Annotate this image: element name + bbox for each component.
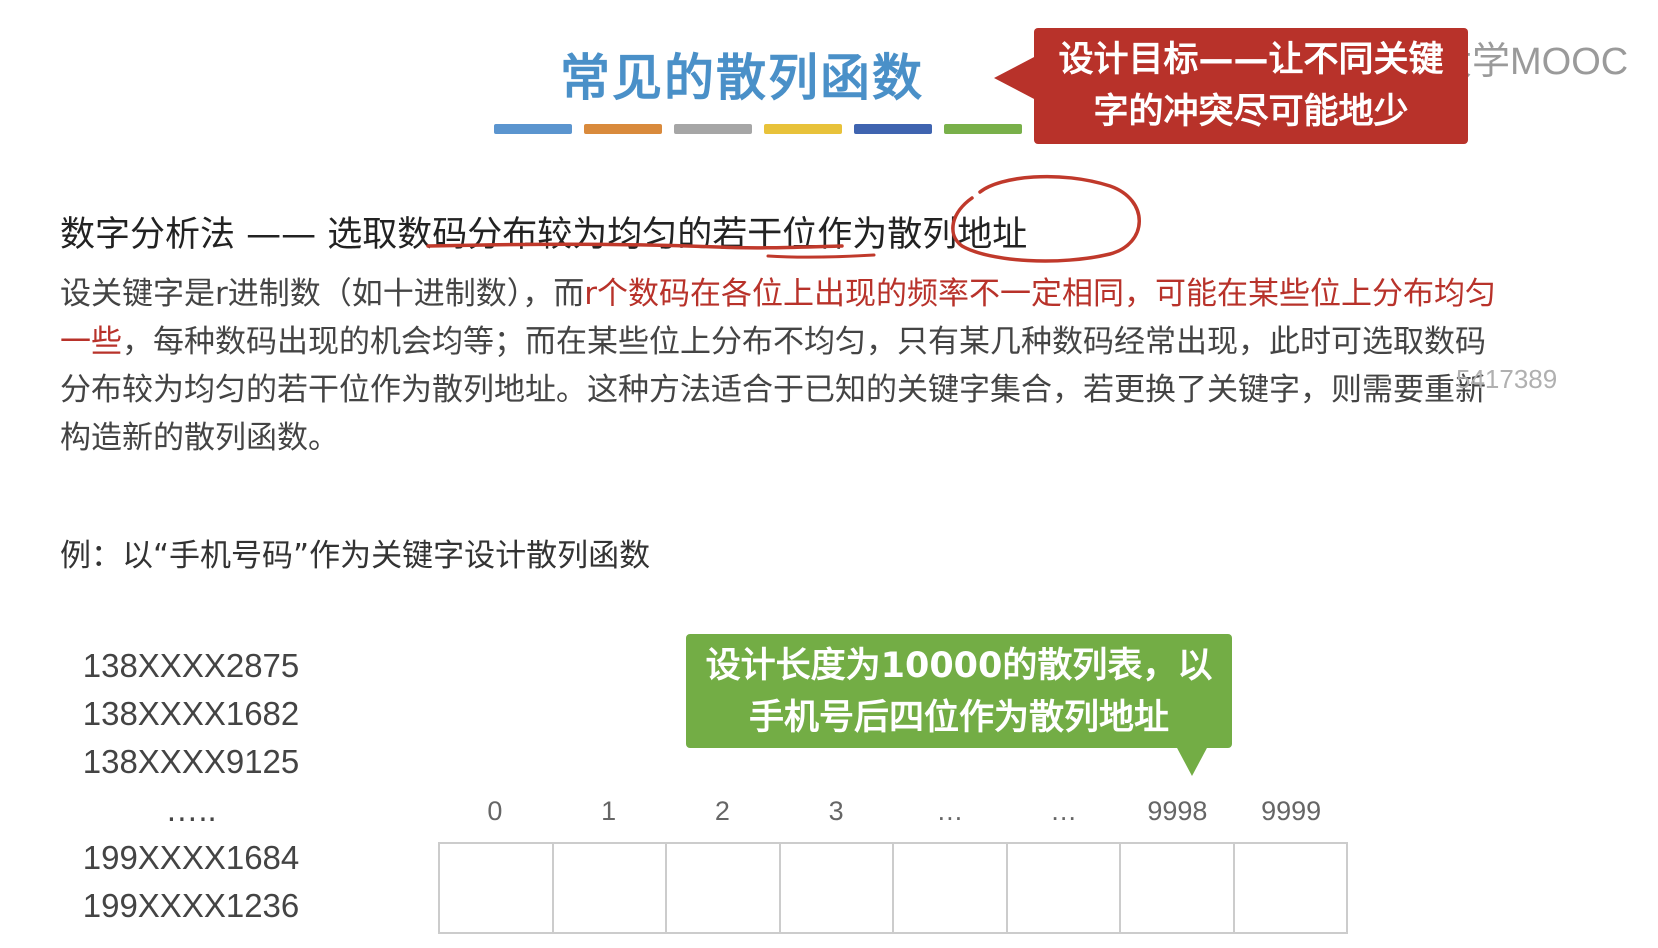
callout-green-pointer — [1176, 746, 1208, 776]
phone-number: 138XXXX1682 — [82, 695, 300, 732]
index-label: 2 — [714, 796, 730, 826]
table-cell — [1121, 844, 1235, 932]
index-label: 1 — [601, 796, 617, 826]
index-label: 0 — [487, 796, 503, 826]
description-text: 设关键字是r进制数（如十进制数），而 — [60, 276, 585, 312]
overlay-number: 5417389 — [1456, 364, 1558, 394]
method-heading: 数字分析法 —— 选取数码分布较为均匀的若干位作为散列地址 — [60, 215, 1028, 255]
color-segment — [674, 124, 752, 134]
callout-line: 设计目标——让不同关键 — [1058, 40, 1444, 80]
table-cell — [1235, 844, 1348, 932]
color-segment — [764, 124, 842, 134]
color-segment — [494, 124, 572, 134]
callout-line: 字的冲突尽可能地少 — [1093, 92, 1409, 132]
example-heading: 例：以“手机号码”作为关键字设计散列函数 — [60, 538, 651, 574]
color-segment — [944, 124, 1022, 134]
table-cell — [440, 844, 554, 932]
hash-table-indices: 0 1 2 3 … … 9998 9999 — [438, 796, 1348, 832]
index-label: 3 — [828, 796, 844, 826]
phone-number-list: 138XXXX2875 138XXXX1682 138XXXX9125 ….. … — [82, 642, 300, 930]
hash-table: 0 1 2 3 … … 9998 9999 — [438, 796, 1348, 934]
page-title: 常见的散列函数 — [560, 49, 924, 107]
table-cell — [894, 844, 1008, 932]
design-goal-callout: 设计目标——让不同关键 字的冲突尽可能地少 — [1034, 28, 1468, 144]
table-cell — [554, 844, 667, 932]
phone-number: 199XXXX1684 — [82, 839, 300, 876]
callout-line: 设计长度为10000的散列表，以 — [705, 646, 1213, 686]
title-color-bar — [494, 124, 1022, 134]
index-label: … — [936, 796, 964, 826]
table-cell — [781, 844, 894, 932]
table-cell — [667, 844, 781, 932]
description-text: ，每种数码出现的机会均等；而在某些位上分布不均匀，只有某几种数码经常出现，此时可… — [60, 324, 1486, 456]
phone-ellipsis: ….. — [165, 791, 217, 828]
callout-line: 手机号后四位作为散列地址 — [748, 698, 1169, 738]
color-segment — [854, 124, 932, 134]
hash-table-cells — [438, 842, 1348, 934]
index-label: 9999 — [1261, 796, 1322, 826]
method-description: 设关键字是r进制数（如十进制数），而r个数码在各位上出现的频率不一定相同，可能在… — [60, 270, 1500, 462]
table-design-callout: 设计长度为10000的散列表，以 手机号后四位作为散列地址 — [686, 634, 1232, 748]
index-label: … — [1050, 796, 1078, 826]
color-segment — [584, 124, 662, 134]
index-label: 9998 — [1147, 796, 1208, 826]
phone-number: 138XXXX2875 — [82, 647, 300, 684]
phone-number: 138XXXX9125 — [82, 743, 300, 780]
table-cell — [1008, 844, 1121, 932]
callout-red-pointer — [994, 56, 1036, 100]
phone-number: 199XXXX1236 — [82, 887, 300, 924]
